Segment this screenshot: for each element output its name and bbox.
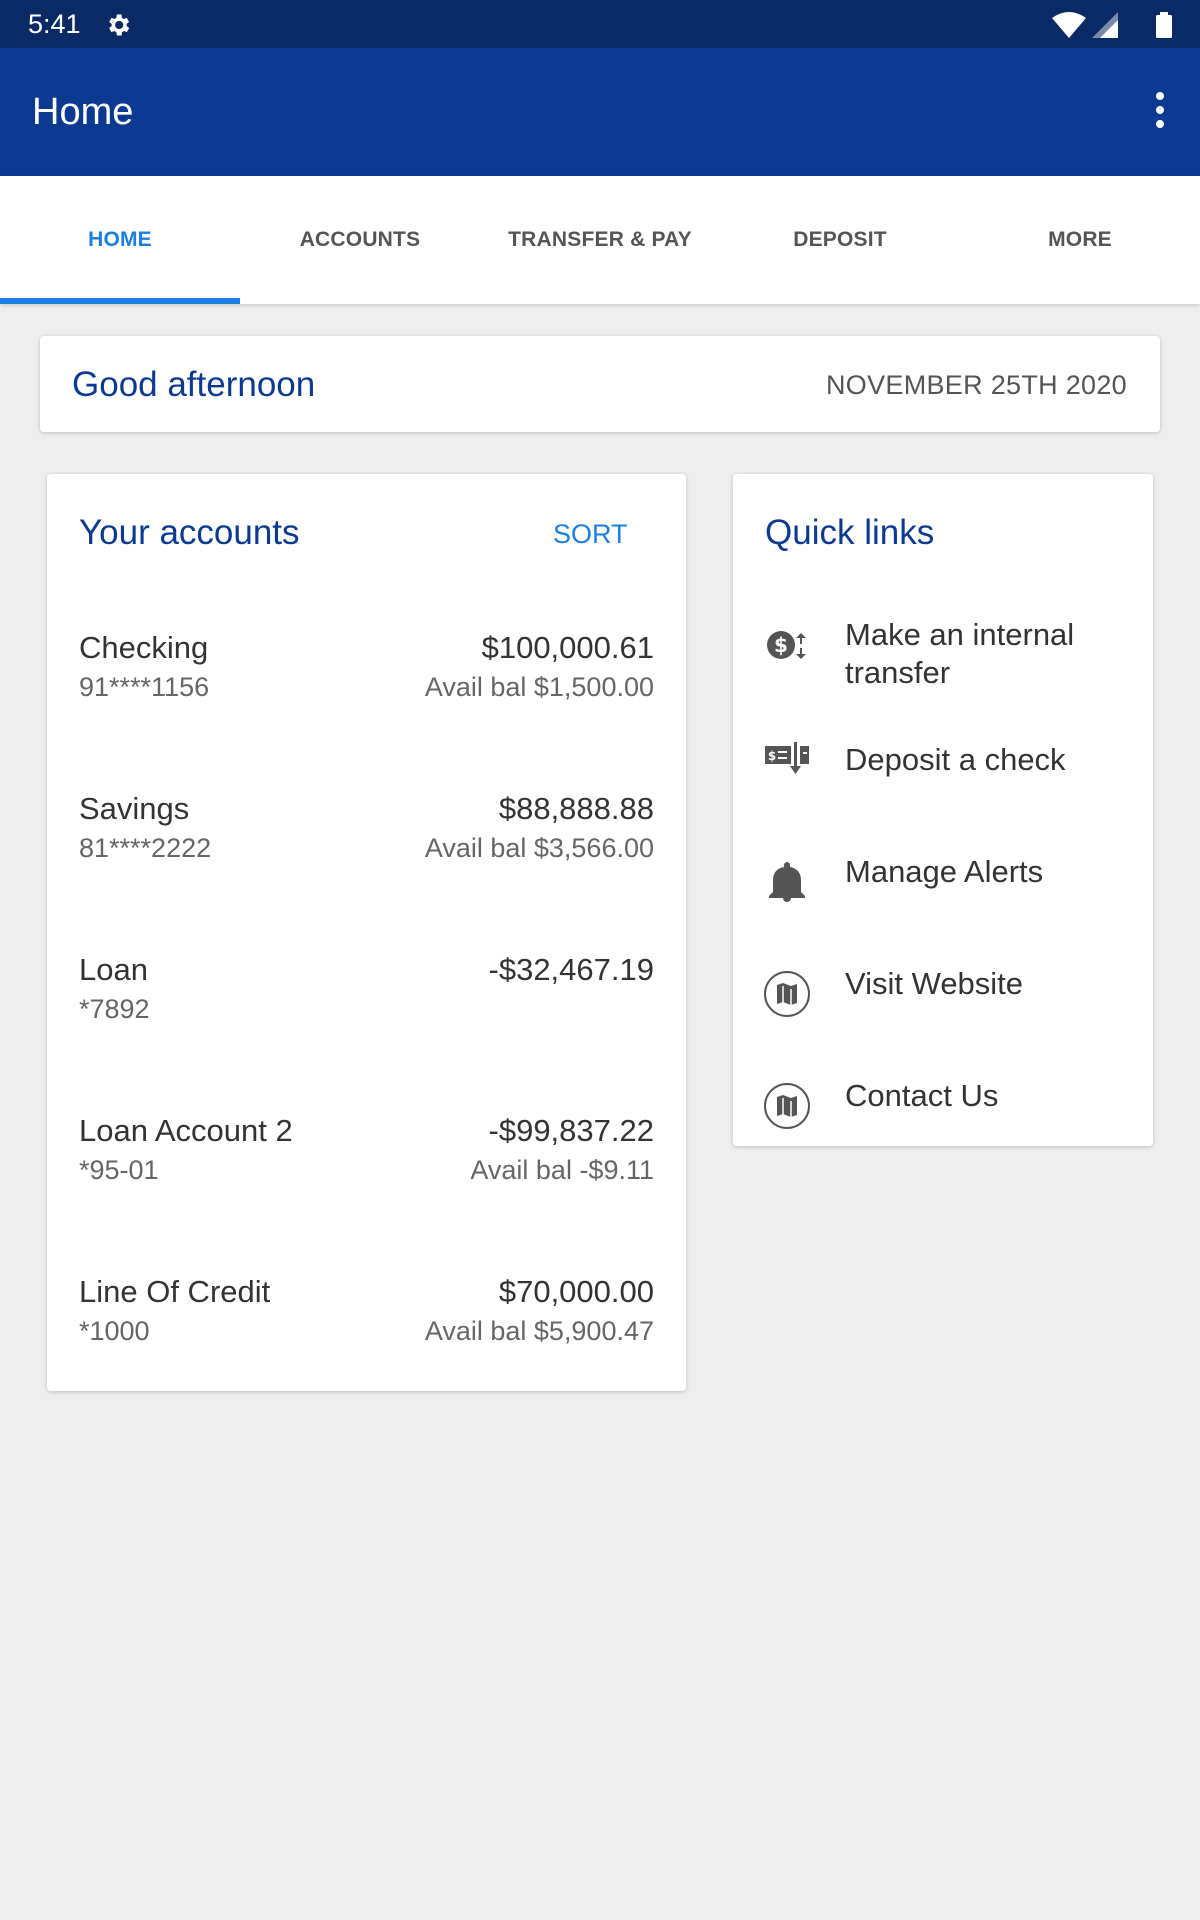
account-name: Loan Account 2: [79, 1113, 293, 1148]
quick-link-contact-us[interactable]: Contact Us: [733, 1062, 1153, 1152]
quick-link-label: Manage Alerts: [845, 854, 1044, 889]
account-row-loan-account-2[interactable]: Loan Account 2 *95-01 -$99,837.22 Avail …: [47, 1113, 686, 1243]
page-title: Home: [32, 91, 134, 133]
account-number: *1000: [79, 1316, 150, 1346]
quick-link-label: Contact Us: [845, 1078, 999, 1113]
quick-link-label: Visit Website: [845, 966, 1024, 1001]
tab-home[interactable]: HOME: [0, 176, 240, 304]
tab-label: DEPOSIT: [793, 228, 887, 251]
tab-label: TRANSFER & PAY: [508, 228, 692, 251]
account-balance: $88,888.88: [498, 791, 654, 826]
tab-transfer-pay[interactable]: TRANSFER & PAY: [480, 176, 720, 304]
app-bar: Home: [0, 48, 1200, 176]
account-available-balance: Avail bal $5,900.47: [424, 1316, 654, 1346]
account-name: Loan: [79, 952, 148, 987]
tab-more[interactable]: MORE: [960, 176, 1200, 304]
tab-label: ACCOUNTS: [299, 228, 421, 251]
greeting-text: Good afternoon: [72, 365, 316, 404]
bell-icon: [769, 862, 805, 902]
account-number: *95-01: [79, 1155, 159, 1185]
tab-deposit[interactable]: DEPOSIT: [720, 176, 960, 304]
account-row-checking[interactable]: Checking 91****1156 $100,000.61 Avail ba…: [47, 630, 686, 760]
quick-link-label: Make an internal transfer: [845, 617, 1075, 690]
wifi-icon: [1052, 12, 1086, 38]
quick-link-label: Deposit a check: [845, 742, 1066, 777]
accounts-title: Your accounts: [79, 513, 300, 552]
account-name: Line Of Credit: [79, 1274, 271, 1309]
quick-link-internal-transfer[interactable]: $ Make an internal transfer: [733, 604, 1153, 694]
account-balance: -$99,837.22: [488, 1113, 654, 1148]
account-row-savings[interactable]: Savings 81****2222 $88,888.88 Avail bal …: [47, 791, 686, 921]
greeting-date: NOVEMBER 25TH 2020: [825, 370, 1127, 400]
account-available-balance: Avail bal $3,566.00: [424, 833, 654, 863]
account-balance: -$32,467.19: [488, 952, 654, 987]
map-icon: [764, 1083, 810, 1129]
account-number: 81****2222: [79, 833, 212, 863]
tab-accounts[interactable]: ACCOUNTS: [240, 176, 480, 304]
account-available-balance: Avail bal $1,500.00: [424, 672, 654, 702]
tab-label: MORE: [1048, 228, 1112, 251]
status-time: 5:41: [28, 9, 81, 39]
account-name: Savings: [79, 791, 190, 826]
map-icon: [764, 971, 810, 1017]
quick-link-visit-website[interactable]: Visit Website: [733, 950, 1153, 1040]
greeting-card: Good afternoon NOVEMBER 25TH 2020: [40, 336, 1160, 432]
tab-label: HOME: [88, 228, 152, 251]
account-name: Checking: [79, 630, 209, 665]
status-bar: 5:41: [0, 0, 1200, 48]
quick-links-card: Quick links $ Make an internal transfer …: [733, 474, 1153, 1146]
dollar-transfer-icon: $: [767, 631, 806, 659]
svg-text:$: $: [774, 633, 788, 657]
account-balance: $100,000.61: [481, 630, 654, 665]
account-balance: $70,000.00: [498, 1274, 654, 1309]
svg-text:$: $: [768, 749, 776, 763]
quick-link-manage-alerts[interactable]: Manage Alerts: [733, 838, 1153, 928]
account-row-loan[interactable]: Loan *7892 -$32,467.19: [47, 952, 686, 1082]
accounts-card: Your accounts SORT Checking 91****1156 $…: [47, 474, 686, 1391]
sort-button[interactable]: SORT: [553, 519, 628, 550]
tab-indicator: [0, 298, 240, 304]
quick-links-title: Quick links: [765, 513, 935, 552]
account-available-balance: Avail bal -$9.11: [470, 1155, 654, 1185]
more-vert-icon[interactable]: [1150, 88, 1170, 132]
account-row-line-of-credit[interactable]: Line Of Credit *1000 $70,000.00 Avail ba…: [47, 1274, 686, 1404]
signal-icon: [1092, 12, 1118, 38]
check-deposit-icon: $: [765, 742, 809, 774]
gear-icon: [109, 14, 130, 36]
battery-icon: [1156, 12, 1172, 38]
quick-link-deposit-check[interactable]: $ Deposit a check: [733, 726, 1153, 816]
tab-bar: HOME ACCOUNTS TRANSFER & PAY DEPOSIT MOR…: [0, 176, 1200, 304]
account-number: 91****1156: [79, 672, 210, 702]
account-number: *7892: [79, 994, 150, 1024]
